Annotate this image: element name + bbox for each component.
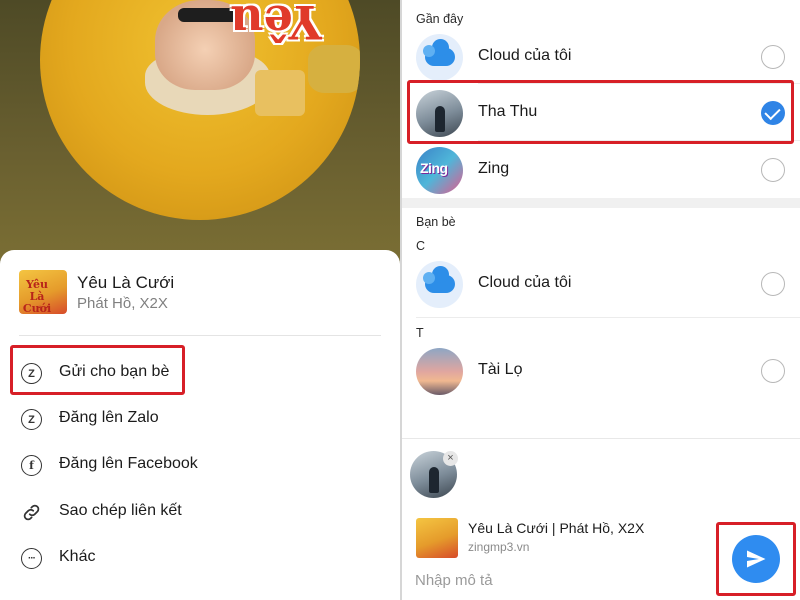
bottom-sheet: Yêu Là Cưới Yêu Là Cưới Phát Hồ, X2X Z G… xyxy=(0,250,400,600)
menu-item-copy-link[interactable]: Sao chép liên kết xyxy=(0,492,400,532)
avatar-person-shape xyxy=(429,467,439,493)
recipient-picker-panel: Gần đây Cloud của tôi Tha Thu Zing Zing … xyxy=(402,0,800,600)
song-title: Yêu Là Cưới xyxy=(77,273,175,292)
sheet-divider xyxy=(19,335,381,336)
link-preview-title: Yêu Là Cưới | Phát Hồ, X2X xyxy=(468,520,645,536)
facebook-icon: f xyxy=(21,455,42,476)
recipient-name: Cloud của tôi xyxy=(478,274,572,291)
alpha-group-t: T xyxy=(416,326,424,340)
menu-item-post-facebook[interactable]: f Đăng lên Facebook xyxy=(0,445,400,485)
song-thumbnail-text: Yêu Là Cưới xyxy=(22,278,52,315)
compose-area: × Yêu Là Cưới | Phát Hồ, X2X zingmp3.vn xyxy=(402,438,800,600)
recipient-name: Tài Lọ xyxy=(478,361,523,378)
recipient-name: Cloud của tôi xyxy=(478,47,572,64)
cloud-icon xyxy=(423,39,455,66)
highlight-box-send-button xyxy=(716,522,796,596)
highlight-box-tha-thu xyxy=(407,80,794,144)
alpha-group-c: C xyxy=(416,239,426,253)
cloud-avatar xyxy=(416,34,463,81)
cloud-icon xyxy=(423,266,455,293)
link-preview-thumbnail xyxy=(416,518,458,558)
section-label-recent: Gần đây xyxy=(416,12,464,26)
compose-border xyxy=(402,438,800,439)
description-input[interactable] xyxy=(415,569,705,591)
section-band xyxy=(402,198,800,208)
share-sheet-panel: Yêu Yêu Là Cưới Yêu Là Cưới Phát Hồ, X2X… xyxy=(0,0,400,600)
cover-fruit-shape xyxy=(308,45,360,93)
link-preview-url: zingmp3.vn xyxy=(468,540,530,554)
remove-recipient-icon[interactable]: × xyxy=(443,451,458,466)
song-thumbnail: Yêu Là Cưới xyxy=(19,270,67,314)
select-radio[interactable] xyxy=(761,359,785,383)
select-radio[interactable] xyxy=(761,158,785,182)
zing-logo-text: Zing xyxy=(420,160,448,176)
zalo-icon: Z xyxy=(21,409,42,430)
menu-item-post-zalo[interactable]: Z Đăng lên Zalo xyxy=(0,399,400,439)
cover-title-art: Yêu xyxy=(230,0,322,49)
section-label-friends: Bạn bè xyxy=(416,215,456,229)
menu-label-copy-link: Sao chép liên kết xyxy=(59,502,182,519)
row-separator xyxy=(416,317,800,318)
tai-lo-avatar xyxy=(416,348,463,395)
recipient-row-zing[interactable]: Zing Zing xyxy=(402,142,800,198)
menu-label-post-zalo: Đăng lên Zalo xyxy=(59,409,159,426)
recipient-row-cloud-friends[interactable]: Cloud của tôi xyxy=(402,256,800,312)
highlight-box-send-to-friends xyxy=(10,345,185,395)
recipient-row-cloud-recent[interactable]: Cloud của tôi xyxy=(402,29,800,85)
song-artist: Phát Hồ, X2X xyxy=(77,295,168,312)
select-radio[interactable] xyxy=(761,272,785,296)
link-icon xyxy=(21,502,42,523)
zing-avatar: Zing xyxy=(416,147,463,194)
more-icon: ··· xyxy=(21,548,42,569)
menu-label-post-facebook: Đăng lên Facebook xyxy=(59,455,198,472)
select-radio[interactable] xyxy=(761,45,785,69)
recipient-name: Zing xyxy=(478,160,510,177)
menu-item-more[interactable]: ··· Khác xyxy=(0,538,400,578)
menu-label-more: Khác xyxy=(59,548,96,565)
cloud-avatar xyxy=(416,261,463,308)
recipient-row-tai-lo[interactable]: Tài Lọ xyxy=(402,343,800,399)
cover-cup-shape xyxy=(255,70,305,116)
